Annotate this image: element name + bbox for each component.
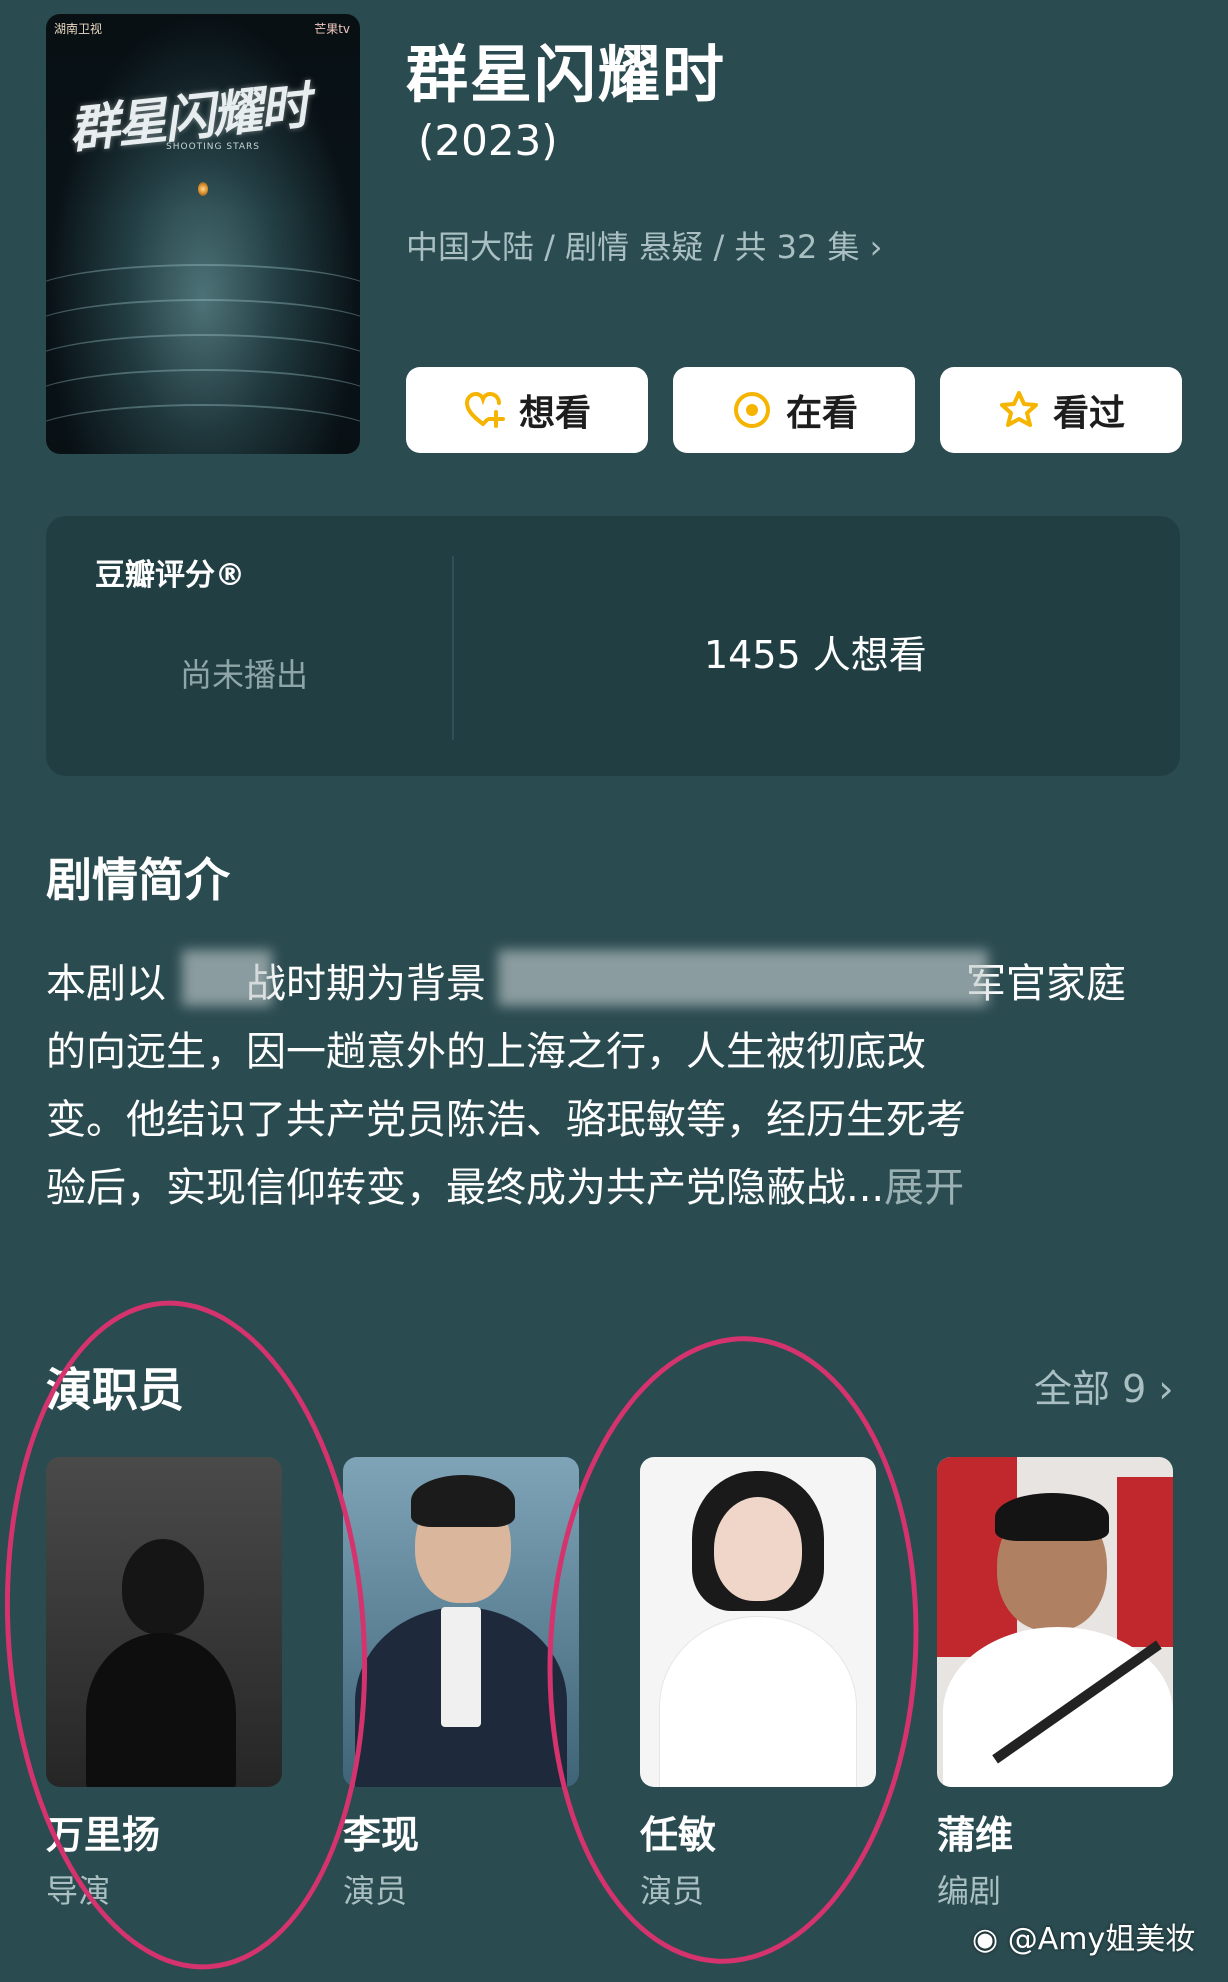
weibo-watermark: ◉ @Amy姐美妆 — [972, 1914, 1195, 1958]
annotation-circle — [531, 1326, 935, 1974]
show-poster[interactable]: 湖南卫视 芒果tv 群星闪耀时 SHOOTING STARS — [46, 14, 360, 454]
cast-photo-actor[interactable] — [343, 1457, 579, 1787]
poster-channel-logo: 湖南卫视 — [54, 22, 103, 36]
show-title: 群星闪耀时 — [406, 38, 727, 111]
cast-name[interactable]: 李现 — [343, 1804, 419, 1859]
rating-divider — [452, 556, 454, 740]
cast-photo-writer[interactable] — [937, 1457, 1173, 1787]
heart-plus-icon — [464, 391, 505, 428]
synopsis-heading: 剧情简介 — [46, 853, 230, 907]
show-year: (2023) — [418, 116, 558, 165]
poster-subtitle-art: SHOOTING STARS — [166, 142, 261, 152]
synopsis-line: 变。他结识了共产党员陈浩、骆珉敏等，经历生死考 — [46, 1097, 966, 1143]
cast-role: 编剧 — [937, 1872, 1002, 1910]
watched-button[interactable]: 看过 — [940, 367, 1182, 453]
want-to-watch-count: 1455 人想看 — [704, 633, 927, 677]
target-icon — [733, 392, 770, 428]
poster-light — [198, 182, 208, 196]
show-meta-text: 中国大陆 / 剧情 悬疑 / 共 32 集 — [406, 228, 860, 266]
watching-button[interactable]: 在看 — [673, 367, 915, 453]
synopsis-line: 验后，实现信仰转变，最终成为共产党隐蔽战... — [46, 1165, 885, 1211]
star-icon — [999, 391, 1038, 427]
watching-label: 在看 — [785, 393, 858, 434]
cast-view-all-link[interactable]: 全部 9 › — [1034, 1358, 1174, 1413]
want-to-watch-label: 想看 — [518, 393, 591, 434]
douban-rating-label: 豆瓣评分® — [95, 558, 245, 593]
expand-link[interactable]: 展开 — [884, 1165, 964, 1211]
watermark-text: @Amy姐美妆 — [1007, 1922, 1196, 1957]
cast-role: 演员 — [343, 1872, 408, 1910]
synopsis-line: 的向远生，因一趟意外的上海之行，人生被彻底改 — [46, 1029, 926, 1075]
rating-status: 尚未播出 — [180, 656, 309, 694]
watched-label: 看过 — [1052, 393, 1125, 434]
chevron-right-icon: › — [869, 228, 883, 266]
poster-platform-logo: 芒果tv — [314, 22, 350, 36]
redaction-blur — [498, 950, 988, 1006]
show-meta-link[interactable]: 中国大陆 / 剧情 悬疑 / 共 32 集 › — [406, 222, 882, 268]
weibo-icon: ◉ — [972, 1922, 999, 1957]
redaction-blur — [182, 950, 272, 1006]
cast-name[interactable]: 蒲维 — [937, 1804, 1013, 1859]
want-to-watch-button[interactable]: 想看 — [406, 367, 648, 453]
